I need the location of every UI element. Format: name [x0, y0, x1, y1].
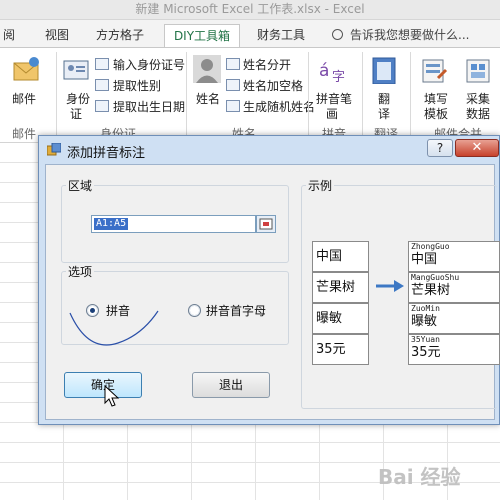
- example-result-cell: ZhongGuo 中国: [408, 241, 500, 272]
- help-button[interactable]: ?: [427, 139, 453, 157]
- group-label-mail: 邮件: [12, 127, 37, 141]
- example-text: 曝敏: [411, 314, 438, 329]
- tab-review[interactable]: 阅: [0, 24, 18, 47]
- dialog-title: 添加拼音标注: [67, 146, 146, 161]
- baidu-jingyan-watermark: Bai 经验: [378, 465, 461, 489]
- group-separator: [308, 52, 309, 138]
- example-source-cell: 中国: [312, 241, 369, 272]
- add-pinyin-dialog: 添加拼音标注 ? ✕ 区域 A1:A5 选项 拼音 拼音首字母 确定 退出 中国…: [38, 135, 500, 425]
- range-input-value: A1:A5: [94, 218, 129, 230]
- example-source-cell: 芒果树: [312, 272, 369, 303]
- lightbulb-icon: [332, 29, 343, 40]
- window-title: 新建 Microsoft Excel 工作表.xlsx - Excel: [135, 2, 365, 16]
- mail-icon: [13, 57, 39, 81]
- name-add-space-button[interactable]: 姓名加空格: [243, 77, 303, 94]
- translate-icon: [372, 57, 396, 84]
- ok-button[interactable]: 确定: [64, 372, 142, 398]
- close-button[interactable]: ✕: [455, 139, 499, 157]
- example-pinyin: 35Yuan: [411, 335, 440, 344]
- exit-button[interactable]: 退出: [192, 372, 270, 398]
- gender-icon: [95, 79, 109, 91]
- birthdate-icon: [95, 100, 109, 112]
- tab-finance-tools[interactable]: 财务工具: [250, 24, 312, 47]
- id-number-icon: [95, 58, 109, 70]
- example-groupbox: 中国 芒果树 曝敏 35元 ZhongGuo 中国 MangGuoShu 芒果树…: [301, 185, 500, 409]
- example-pinyin: ZuoMin: [411, 304, 440, 313]
- split-name-button[interactable]: 姓名分开: [243, 56, 291, 73]
- dialog-body: 区域 A1:A5 选项 拼音 拼音首字母 确定 退出 中国 芒果树 曝敏 35元…: [45, 164, 500, 420]
- range-select-icon: [259, 218, 273, 230]
- arrow-right-icon: [376, 280, 404, 292]
- example-source-cell: 曝敏: [312, 303, 369, 334]
- tab-view[interactable]: 视图: [40, 24, 74, 47]
- range-input[interactable]: A1:A5: [91, 215, 256, 233]
- ribbon-tab-strip: 阅 视图 方方格子 DIY工具箱 财务工具 告诉我您想要做什么...: [0, 20, 500, 47]
- collect-data-icon: [466, 59, 490, 83]
- example-text: 芒果树: [411, 283, 451, 298]
- svg-text:Bai 经验: Bai 经验: [378, 465, 461, 489]
- fill-template-icon: [422, 59, 448, 83]
- dialog-title-bar[interactable]: 添加拼音标注 ? ✕: [39, 136, 499, 164]
- annotation-curve: [69, 310, 159, 346]
- fill-template-line2: 模板: [424, 107, 449, 121]
- split-name-icon: [226, 58, 240, 70]
- example-result-cell: ZuoMin 曝敏: [408, 303, 500, 334]
- tab-fangfang[interactable]: 方方格子: [90, 24, 150, 47]
- pinyin-pen-line2: 画: [326, 107, 339, 121]
- svg-text:á: á: [319, 61, 329, 81]
- example-group-title: 示例: [306, 177, 335, 194]
- example-pinyin: ZhongGuo: [411, 242, 450, 251]
- name-button[interactable]: 姓名: [196, 90, 220, 107]
- example-source-cell: 35元: [312, 334, 369, 365]
- example-result-cell: 35Yuan 35元: [408, 334, 500, 365]
- input-id-number-button[interactable]: 输入身份证号: [113, 56, 185, 73]
- range-group-title: 区域: [66, 177, 95, 194]
- pinyin-icon: á 字: [319, 61, 345, 84]
- random-name-button[interactable]: 生成随机姓名: [243, 98, 315, 115]
- example-text: 35元: [411, 345, 441, 360]
- extract-birthdate-button[interactable]: 提取出生日期: [113, 98, 185, 115]
- example-result-cell: MangGuoShu 芒果树: [408, 272, 500, 303]
- person-icon: [193, 55, 221, 83]
- group-separator: [186, 52, 187, 138]
- mouse-cursor-icon: [104, 385, 120, 407]
- range-picker-button[interactable]: [256, 215, 276, 233]
- mail-button[interactable]: 邮件: [12, 90, 36, 107]
- tab-diy-toolbox[interactable]: DIY工具箱: [164, 24, 240, 47]
- form-icon: [47, 143, 61, 156]
- random-name-icon: [226, 100, 240, 112]
- svg-text:字: 字: [332, 70, 345, 84]
- group-separator: [410, 52, 411, 138]
- example-text: 中国: [411, 252, 438, 267]
- example-pinyin: MangGuoShu: [411, 273, 460, 282]
- translate-line2: 译: [378, 107, 391, 121]
- group-separator: [362, 52, 363, 138]
- radio-pinyin-initials[interactable]: [188, 304, 201, 317]
- options-group-title: 选项: [66, 263, 95, 280]
- window-title-bar: 新建 Microsoft Excel 工作表.xlsx - Excel: [0, 0, 500, 20]
- ribbon-panel: 邮件 身份 证 输入身份证号 提取性别 提取出生日期 姓名 姓名分开 姓名加空格…: [0, 47, 500, 143]
- id-card-button-line2: 证: [70, 107, 83, 121]
- collect-data-line2: 数据: [466, 107, 491, 121]
- extract-gender-button[interactable]: 提取性别: [113, 77, 161, 94]
- name-space-icon: [226, 79, 240, 91]
- option-initials-label[interactable]: 拼音首字母: [206, 302, 266, 319]
- group-separator: [56, 52, 57, 138]
- id-card-icon: [63, 60, 89, 80]
